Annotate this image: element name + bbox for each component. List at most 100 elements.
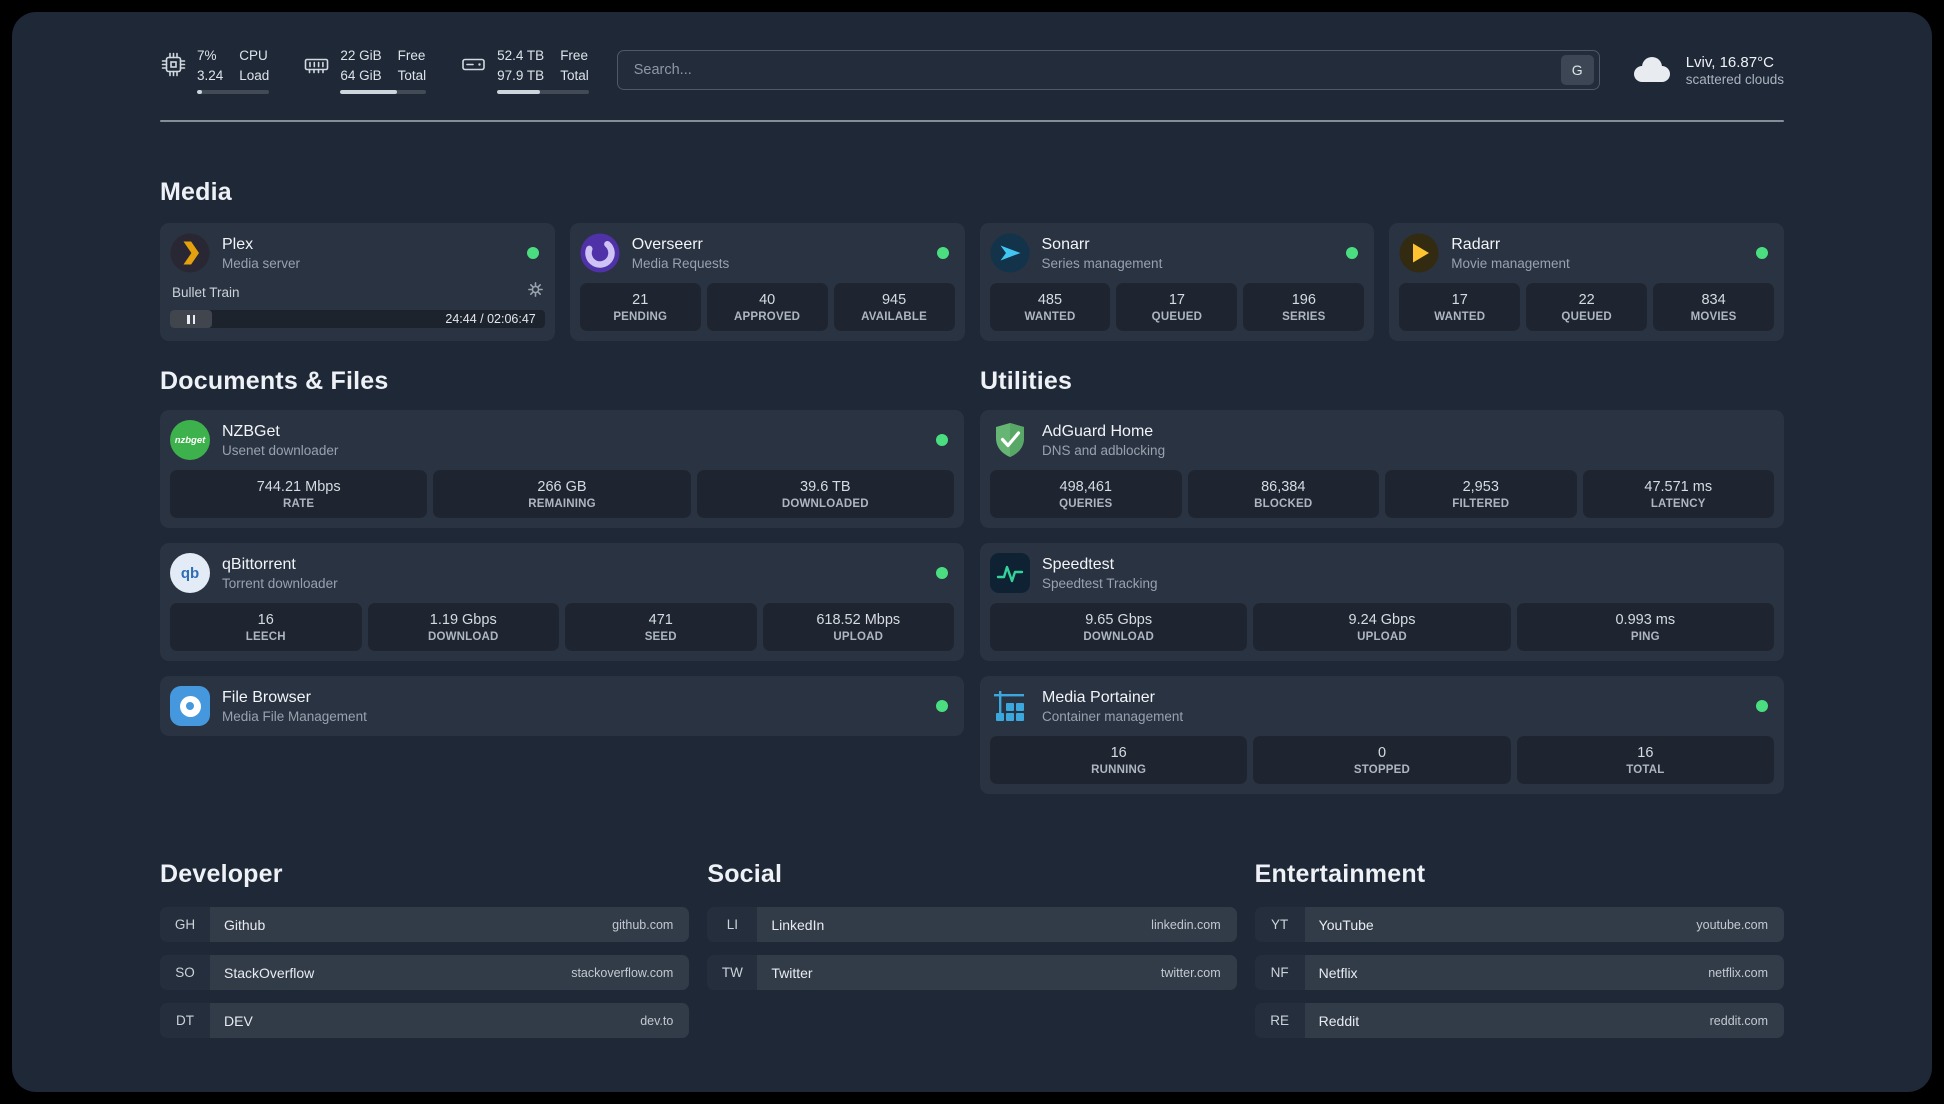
bookmark-name: YouTube: [1318, 916, 1374, 933]
search-provider-button[interactable]: G: [1560, 55, 1594, 86]
stat-tile: 0 STOPPED: [1253, 736, 1511, 785]
service-card-speedtest[interactable]: Speedtest Speedtest Tracking 9.65 Gbps DO…: [980, 543, 1784, 662]
bookmark-abbr: RE: [1255, 1003, 1305, 1038]
resource-widgets: 7% 3.24 CPU Load 22 GiB 64 GiB Free Tota…: [160, 46, 589, 95]
service-card-adguard[interactable]: AdGuard Home DNS and adblocking 498,461 Q…: [980, 410, 1784, 529]
service-card-plex[interactable]: Plex Media server Bullet Train 24:44 / 0…: [160, 223, 555, 342]
stat-tile: 17 WANTED: [1399, 283, 1521, 332]
status-dot: [1346, 247, 1359, 260]
search-bar: G: [616, 50, 1600, 91]
hard-drive-icon: [460, 51, 487, 83]
stat-tile: 1.19 Gbps DOWNLOAD: [367, 603, 559, 652]
overseerr-icon: [580, 233, 620, 273]
status-dot: [526, 247, 539, 260]
bookmark-name: LinkedIn: [771, 916, 825, 933]
service-title: Radarr: [1451, 235, 1501, 253]
stat-tile: 9.65 Gbps DOWNLOAD: [990, 603, 1248, 652]
disk-label-top: Free: [560, 48, 588, 63]
bookmark-abbr: LI: [707, 907, 757, 942]
service-subtitle: Media Requests: [631, 255, 730, 271]
service-subtitle: Series management: [1041, 255, 1163, 271]
service-title: Media Portainer: [1042, 688, 1155, 706]
status-dot: [1756, 700, 1768, 713]
bookmark-domain: twitter.com: [1160, 965, 1221, 980]
bookmark-twitter[interactable]: TW Twitter twitter.com: [707, 955, 1237, 991]
memory-label-bottom: Total: [397, 67, 427, 83]
filebrowser-icon: [170, 686, 210, 727]
bookmark-name: Twitter: [771, 964, 813, 981]
service-title: qBittorrent: [222, 555, 296, 573]
bookmark-youtube[interactable]: YT YouTube youtube.com: [1255, 907, 1784, 943]
bookmark-domain: linkedin.com: [1151, 917, 1221, 932]
service-subtitle: Speedtest Tracking: [1042, 575, 1158, 591]
memory-usage-bar: [340, 90, 427, 95]
section-title-media: Media: [160, 178, 232, 207]
bookmark-domain: youtube.com: [1696, 917, 1768, 932]
qbittorrent-icon: qb: [170, 553, 210, 594]
service-title: NZBGet: [222, 422, 280, 440]
stat-tile: 471 SEED: [565, 603, 757, 652]
stat-tile: 0.993 ms PING: [1516, 603, 1774, 652]
service-card-overseerr[interactable]: Overseerr Media Requests 21 PENDING 40 APP…: [569, 223, 965, 342]
search-input[interactable]: [631, 61, 1561, 80]
top-bar: 7% 3.24 CPU Load 22 GiB 64 GiB Free Tota…: [160, 12, 1784, 95]
stat-tile: 21 PENDING: [579, 283, 701, 332]
service-card-sonarr[interactable]: Sonarr Series management 485 WANTED 17 QUE…: [979, 223, 1375, 342]
memory-total: 64 GiB: [340, 67, 382, 83]
bookmark-dev[interactable]: DT DEV dev.to: [160, 1003, 690, 1039]
service-title: Plex: [222, 235, 254, 253]
bookmark-domain: netflix.com: [1708, 965, 1768, 980]
stat-tile: 22 QUEUED: [1526, 283, 1648, 332]
bookmark-abbr: SO: [160, 955, 210, 990]
header-divider: [160, 120, 1784, 123]
bookmark-stackoverflow[interactable]: SO StackOverflow stackoverflow.com: [160, 955, 690, 991]
weather-widget[interactable]: Lviv, 16.87°C scattered clouds: [1628, 52, 1784, 89]
disk-usage-bar: [497, 90, 589, 95]
radarr-icon: [1399, 233, 1439, 273]
disk-total: 97.9 TB: [497, 67, 545, 83]
adguard-shield-icon: [990, 420, 1030, 460]
bookmark-group-developer: Developer GH Github github.com SO StackO…: [160, 860, 690, 1039]
service-subtitle: Torrent downloader: [222, 575, 338, 591]
bookmark-abbr: GH: [160, 907, 210, 942]
bookmark-domain: dev.to: [640, 1013, 674, 1028]
stat-tile: 618.52 Mbps UPLOAD: [762, 603, 954, 652]
pause-icon[interactable]: [170, 310, 212, 329]
stat-tile: 196 SERIES: [1243, 283, 1365, 332]
plex-icon: [170, 233, 210, 273]
stat-tile: 834 MOVIES: [1653, 283, 1775, 332]
bookmark-linkedin[interactable]: LI LinkedIn linkedin.com: [707, 907, 1237, 943]
stat-tile: 498,461 QUERIES: [990, 470, 1182, 519]
playback-progress-bar[interactable]: 24:44 / 02:06:47: [170, 310, 545, 329]
service-card-radarr[interactable]: Radarr Movie management 17 WANTED 22 QUEUE…: [1389, 223, 1784, 342]
service-card-nzbget[interactable]: nzbget NZBGet Usenet downloader 744.21 M…: [160, 410, 964, 529]
bookmark-name: Netflix: [1318, 964, 1358, 981]
bookmark-github[interactable]: GH Github github.com: [160, 907, 690, 943]
status-dot: [936, 434, 948, 447]
status-dot: [936, 700, 948, 713]
stat-tile: 945 AVAILABLE: [833, 283, 955, 332]
service-card-filebrowser[interactable]: File Browser Media File Management: [160, 676, 964, 737]
bookmark-name: StackOverflow: [224, 964, 315, 981]
stat-tile: 485 WANTED: [989, 283, 1111, 332]
plex-now-playing: Bullet Train 24:44 / 02:06:47: [170, 282, 545, 329]
stat-tile: 86,384 BLOCKED: [1187, 470, 1379, 519]
bookmark-reddit[interactable]: RE Reddit reddit.com: [1255, 1003, 1784, 1039]
bookmark-group-entertainment: Entertainment YT YouTube youtube.com NF …: [1255, 860, 1784, 1039]
bookmark-netflix[interactable]: NF Netflix netflix.com: [1255, 955, 1784, 991]
cpu-label-top: CPU: [239, 48, 268, 63]
service-card-qbittorrent[interactable]: qb qBittorrent Torrent downloader 16 LEEC…: [160, 543, 964, 662]
stat-tile: 16 TOTAL: [1516, 736, 1774, 785]
service-title: AdGuard Home: [1042, 422, 1154, 440]
stat-tile: 39.6 TB DOWNLOADED: [696, 470, 954, 519]
sonarr-icon: [990, 233, 1030, 273]
disk-widget: 52.4 TB 97.9 TB Free Total: [460, 46, 589, 95]
stat-tile: 744.21 Mbps RATE: [170, 470, 428, 519]
stat-tile: 16 RUNNING: [990, 736, 1248, 785]
now-playing-title: Bullet Train: [172, 284, 240, 300]
cpu-chip-icon: [160, 51, 187, 83]
gear-icon[interactable]: [527, 282, 543, 302]
service-card-portainer[interactable]: Media Portainer Container management 16 R…: [980, 676, 1784, 795]
weather-condition: scattered clouds: [1685, 71, 1784, 87]
service-subtitle: DNS and adblocking: [1042, 442, 1166, 458]
